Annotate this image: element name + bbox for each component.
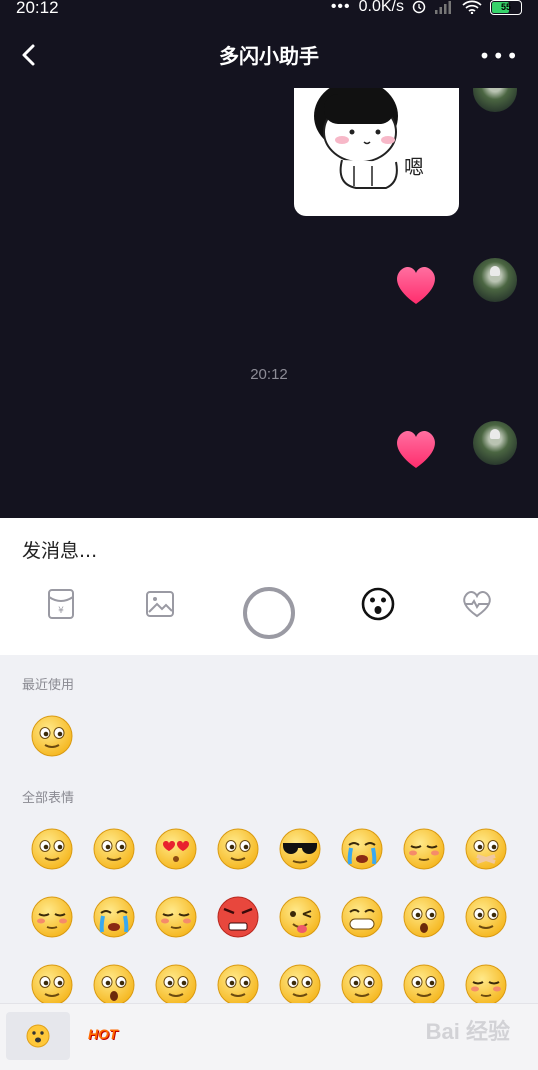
teary-emoji[interactable] xyxy=(215,826,261,872)
message-timestamp: 20:12 xyxy=(250,366,288,383)
image-icon xyxy=(146,591,174,617)
annoyed-emoji[interactable] xyxy=(91,826,137,872)
heart-eyes-kiss-emoji[interactable] xyxy=(153,826,199,872)
sleepy-emoji[interactable] xyxy=(29,894,75,940)
chat-area[interactable]: 嗯 20:12 xyxy=(0,88,538,518)
emoji-tab-bar: HOT Bai 经验 xyxy=(0,1003,538,1070)
crying-emoji[interactable] xyxy=(339,826,385,872)
emoji-face-icon xyxy=(361,587,395,621)
unamused-emoji[interactable] xyxy=(463,962,509,1003)
recent-section-label: 最近使用 xyxy=(22,678,75,693)
freezing-emoji[interactable] xyxy=(153,962,199,1003)
happy-emoji[interactable] xyxy=(277,962,323,1003)
red-packet-button[interactable]: ¥ xyxy=(41,584,81,624)
smiley-tab-icon xyxy=(26,1024,50,1048)
scream-emoji[interactable] xyxy=(91,962,137,1003)
sticker-image: 嗯 xyxy=(314,88,424,189)
mouth-covered-emoji[interactable] xyxy=(463,826,509,872)
alarm-icon xyxy=(412,0,426,14)
user-avatar[interactable] xyxy=(473,421,517,465)
network-speed: 0.0K/s xyxy=(358,0,404,15)
status-right: ••• 0.0K/s 55 xyxy=(331,0,522,16)
image-button[interactable] xyxy=(140,584,180,624)
cool-sunglasses-emoji[interactable] xyxy=(277,826,323,872)
svg-text:¥: ¥ xyxy=(58,606,64,616)
emoji-tab[interactable] xyxy=(6,1012,70,1060)
thinking-emoji[interactable] xyxy=(215,962,261,1003)
page-title: 多闪小助手 xyxy=(219,44,319,68)
shocked-emoji[interactable] xyxy=(401,894,447,940)
header-bar: 多闪小助手 ••• xyxy=(0,20,538,88)
wailing-emoji[interactable] xyxy=(91,894,137,940)
all-section-label: 全部表情 xyxy=(22,791,75,806)
heart-message[interactable] xyxy=(392,424,440,472)
sticker-message[interactable]: 嗯 xyxy=(294,88,459,216)
more-options-button[interactable]: ••• xyxy=(479,44,520,68)
worried-emoji[interactable] xyxy=(29,962,75,1003)
status-time: 20:12 xyxy=(16,0,59,17)
heart-message[interactable] xyxy=(392,260,440,308)
hot-stickers-tab[interactable]: HOT xyxy=(88,1026,118,1042)
heart-rate-button[interactable] xyxy=(457,584,497,624)
emoji-button[interactable] xyxy=(358,584,398,624)
record-button[interactable] xyxy=(242,586,296,640)
grin-teeth-emoji[interactable] xyxy=(339,894,385,940)
tongue-wink-emoji[interactable] xyxy=(277,894,323,940)
heart-rate-icon xyxy=(463,591,491,618)
smirk-emoji[interactable] xyxy=(153,894,199,940)
status-bar: 20:12 ••• 0.0K/s 55 xyxy=(0,0,538,20)
status-dots: ••• xyxy=(330,0,351,15)
user-avatar[interactable] xyxy=(473,88,517,112)
wifi-icon xyxy=(462,0,482,14)
emoji-panel[interactable]: 最近使用 全部表情 xyxy=(0,655,538,1003)
message-composer: 发消息... ¥ xyxy=(0,518,538,655)
suspicious-emoji[interactable] xyxy=(401,962,447,1003)
battery-icon: 55 xyxy=(490,0,522,15)
record-circle-icon xyxy=(243,587,295,639)
red-packet-icon: ¥ xyxy=(48,589,74,619)
smile-emoji[interactable] xyxy=(29,713,75,759)
signal-icon xyxy=(435,1,451,14)
shy-blush-emoji[interactable] xyxy=(401,826,447,872)
user-avatar[interactable] xyxy=(473,258,517,302)
message-input[interactable]: 发消息... xyxy=(22,536,97,563)
battery-level: 55 xyxy=(500,2,511,12)
angry-red-emoji[interactable] xyxy=(215,894,261,940)
eye-roll-emoji[interactable] xyxy=(339,962,385,1003)
smile-emoji[interactable] xyxy=(29,826,75,872)
sticker-text: 嗯 xyxy=(404,155,424,179)
watermark-text: Bai 经验 xyxy=(425,1019,510,1044)
frown-emoji[interactable] xyxy=(463,894,509,940)
